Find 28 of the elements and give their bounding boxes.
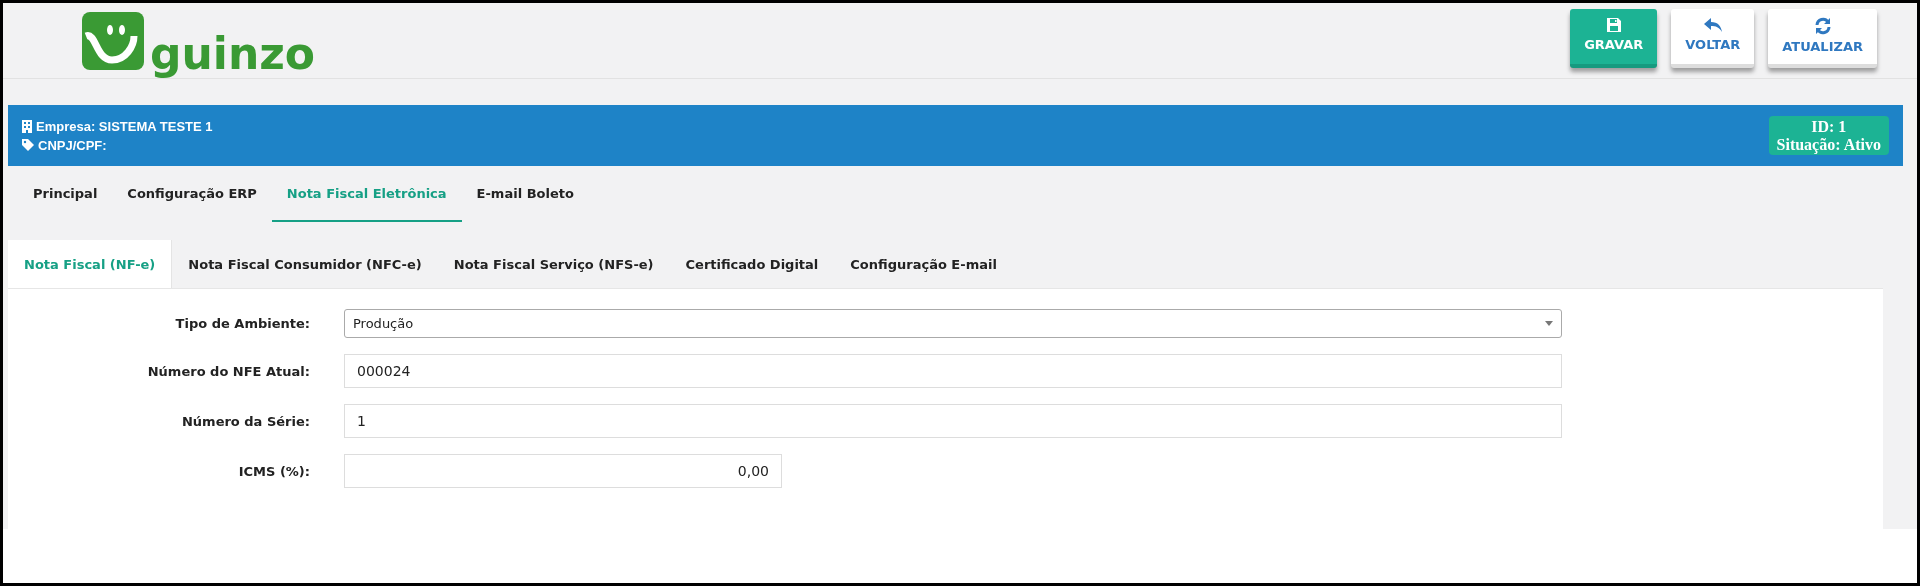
caret-icon	[1545, 321, 1553, 326]
status-text: Situação: Ativo	[1776, 135, 1881, 154]
logo-text: guinzo	[150, 31, 316, 76]
tab[interactable]: E-mail Boleto	[461, 166, 589, 222]
refresh-button[interactable]: ATUALIZAR	[1768, 9, 1877, 68]
back-button[interactable]: VOLTAR	[1671, 9, 1755, 68]
tab[interactable]: Configuração ERP	[112, 166, 272, 222]
tab[interactable]: Principal	[18, 166, 113, 222]
refresh-icon	[1813, 17, 1832, 35]
smiley-logo-icon	[82, 11, 144, 70]
reply-arrow-icon	[1702, 17, 1723, 33]
sub-tab[interactable]: Nota Fiscal Consumidor (NFC-e)	[172, 240, 438, 288]
cnpj-label: CNPJ/CPF:	[38, 137, 107, 153]
sub-tab[interactable]: Configuração E-mail	[834, 240, 1013, 288]
input-field[interactable]: 0,00	[344, 454, 782, 488]
field-label: ICMS (%):	[237, 463, 310, 479]
input-field[interactable]: 1	[344, 404, 1562, 438]
tag-icon	[22, 139, 34, 151]
field-label: Tipo de Ambiente:	[174, 316, 310, 331]
sub-tab[interactable]: Nota Fiscal Serviço (NFS-e)	[437, 240, 670, 288]
field-label: Número do NFE Atual:	[146, 363, 310, 379]
company-name: Empresa: SISTEMA TESTE 1	[36, 118, 213, 134]
input-field[interactable]: 000024	[344, 354, 1562, 388]
id-text: ID: 1	[1810, 117, 1848, 136]
building-icon	[22, 119, 32, 133]
sub-tab[interactable]: Certificado Digital	[669, 240, 835, 288]
environment-dropdown[interactable]: Produção	[344, 309, 1562, 338]
field-label: Número da Série:	[180, 413, 310, 429]
